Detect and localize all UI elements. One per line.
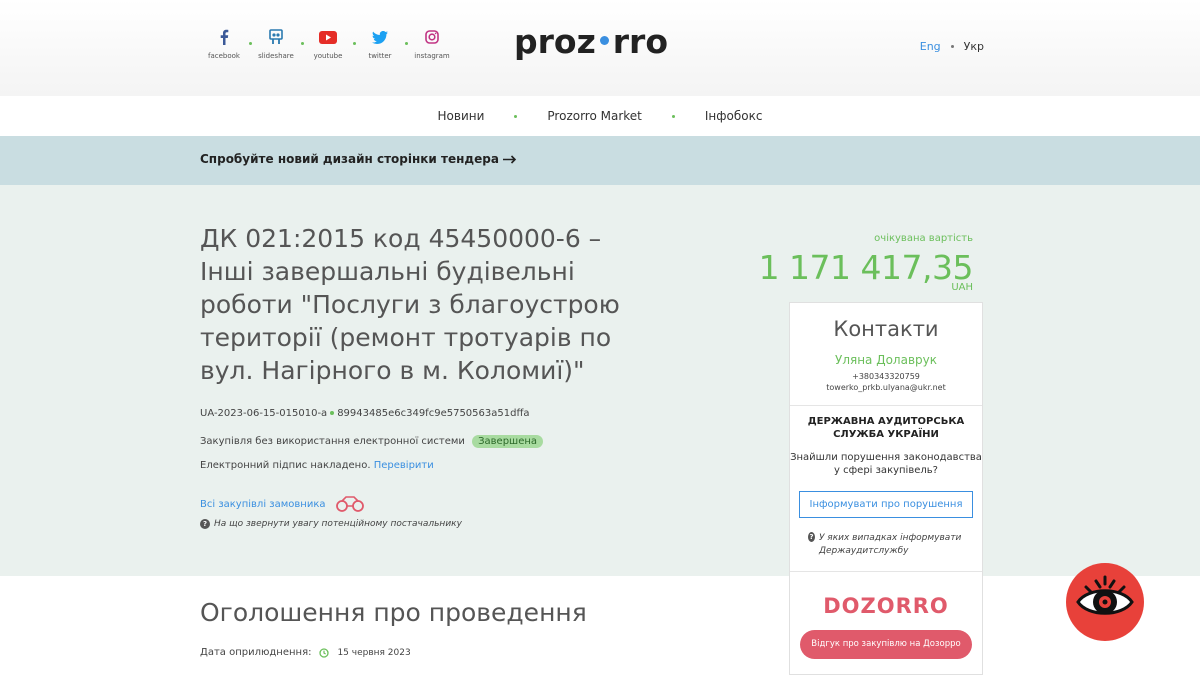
nav-infobox[interactable]: Інфобокс	[675, 109, 793, 123]
question-icon: ?	[808, 532, 815, 542]
logo-text-left: proz	[514, 22, 596, 61]
contact-name: Уляна Долаврук	[835, 353, 937, 367]
instagram-icon	[425, 30, 439, 44]
publish-date-label: Дата оприлюднення:	[200, 647, 312, 658]
publish-date-line: Дата оприлюднення: 15 червня 2023	[200, 647, 411, 658]
signature-line: Електронний підпис накладено. Перевірити	[200, 460, 434, 471]
arrow-right-icon	[503, 155, 517, 164]
new-design-link[interactable]: Спробуйте новий дизайн сторінки тендера	[200, 152, 517, 166]
social-links: facebook slideshare youtube twitter inst…	[198, 28, 458, 60]
announcement-section	[0, 576, 1200, 675]
social-label: youtube	[313, 52, 343, 60]
dozorro-glasses-icon	[336, 496, 365, 512]
social-label: facebook	[208, 52, 240, 60]
tender-hash: 89943485e6c349fc9e5750563a51dffa	[337, 408, 530, 419]
procedure-line: Закупівля без використання електронної с…	[200, 435, 544, 448]
publish-date: 15 червня 2023	[337, 647, 411, 658]
all-purchases-link[interactable]: Всі закупівлі замовника	[200, 496, 365, 512]
expected-currency: UAH	[951, 282, 973, 293]
banner-text: Спробуйте новий дизайн сторінки тендера	[200, 152, 499, 166]
nav-news[interactable]: Новини	[408, 109, 515, 123]
divider	[790, 405, 982, 406]
announcement-title: Оголошення про проведення	[200, 598, 587, 627]
top-header: facebook slideshare youtube twitter inst…	[0, 0, 1200, 96]
dozorro-logo: DOZORRO	[823, 594, 949, 618]
separator-dot	[330, 411, 335, 415]
eye-icon	[1076, 575, 1134, 615]
social-facebook[interactable]: facebook	[198, 28, 252, 60]
separator-dot	[950, 45, 954, 48]
lang-ukr-link[interactable]: Укр	[964, 40, 984, 53]
social-instagram[interactable]: instagram	[406, 28, 458, 60]
signature-text: Електронний підпис накладено.	[200, 460, 371, 471]
procedure-type: Закупівля без використання електронної с…	[200, 436, 465, 447]
contacts-panel: Контакти Уляна Долаврук +380343320759 to…	[789, 302, 983, 675]
all-purchases-label: Всі закупівлі замовника	[200, 498, 326, 510]
divider	[790, 571, 982, 572]
dozorro-review-button[interactable]: Відгук про закупівлю на Дозорро	[800, 630, 972, 659]
tender-title: ДК 021:2015 код 45450000-6 – Інші заверш…	[200, 224, 620, 385]
slideshare-icon	[269, 29, 283, 44]
attention-note[interactable]: ? На що звернути увагу потенційному пост…	[200, 519, 462, 529]
attention-text: На що звернути увагу потенційному постач…	[214, 519, 462, 529]
social-label: instagram	[414, 52, 450, 60]
nav-market[interactable]: Prozorro Market	[517, 109, 671, 123]
contact-email[interactable]: towerko_prkb.ulyana@ukr.net	[790, 383, 982, 392]
question-icon: ?	[200, 519, 210, 529]
verify-link[interactable]: Перевірити	[374, 460, 434, 471]
das-note-text: У яких випадках інформувати Держаудитслу…	[818, 533, 962, 556]
social-twitter[interactable]: twitter	[354, 28, 408, 60]
expected-value-label: очікувана вартість	[874, 233, 973, 244]
das-title: ДЕРЖАВНА АУДИТОРСЬКА СЛУЖБА УКРАЇНИ	[807, 416, 965, 440]
prozorro-logo[interactable]: proz rro	[514, 22, 668, 61]
clock-icon	[319, 647, 330, 658]
contacts-title: Контакти	[833, 317, 939, 341]
social-label: twitter	[368, 52, 392, 60]
report-violation-button[interactable]: Інформувати про порушення	[799, 491, 973, 518]
das-info-note[interactable]: ? У яких випадках інформувати Держаудитс…	[808, 532, 982, 558]
contact-phone[interactable]: +380343320759	[790, 372, 982, 381]
main-nav: Новини Prozorro Market Інфобокс	[0, 96, 1200, 137]
logo-text-right: rro	[612, 22, 669, 61]
logo-dot	[599, 36, 609, 45]
das-question: Знайшли порушення законодавства у сфері …	[790, 452, 982, 476]
expected-value: 1 171 417,35	[758, 248, 974, 287]
social-label: slideshare	[258, 52, 294, 60]
new-design-banner: Спробуйте новий дизайн сторінки тендера	[0, 136, 1200, 185]
eye-badge-icon	[1066, 563, 1144, 641]
social-slideshare[interactable]: slideshare	[250, 28, 304, 60]
language-switch: Eng Укр	[920, 40, 984, 53]
status-badge: Завершена	[472, 435, 544, 448]
youtube-icon	[319, 30, 337, 44]
facebook-icon	[220, 29, 229, 45]
twitter-icon	[372, 30, 388, 44]
tender-ids: UA-2023-06-15-015010-a 89943485e6c349fc9e…	[200, 408, 529, 419]
lang-eng-link[interactable]: Eng	[920, 40, 941, 53]
tender-id: UA-2023-06-15-015010-a	[200, 408, 328, 419]
social-youtube[interactable]: youtube	[302, 28, 356, 60]
